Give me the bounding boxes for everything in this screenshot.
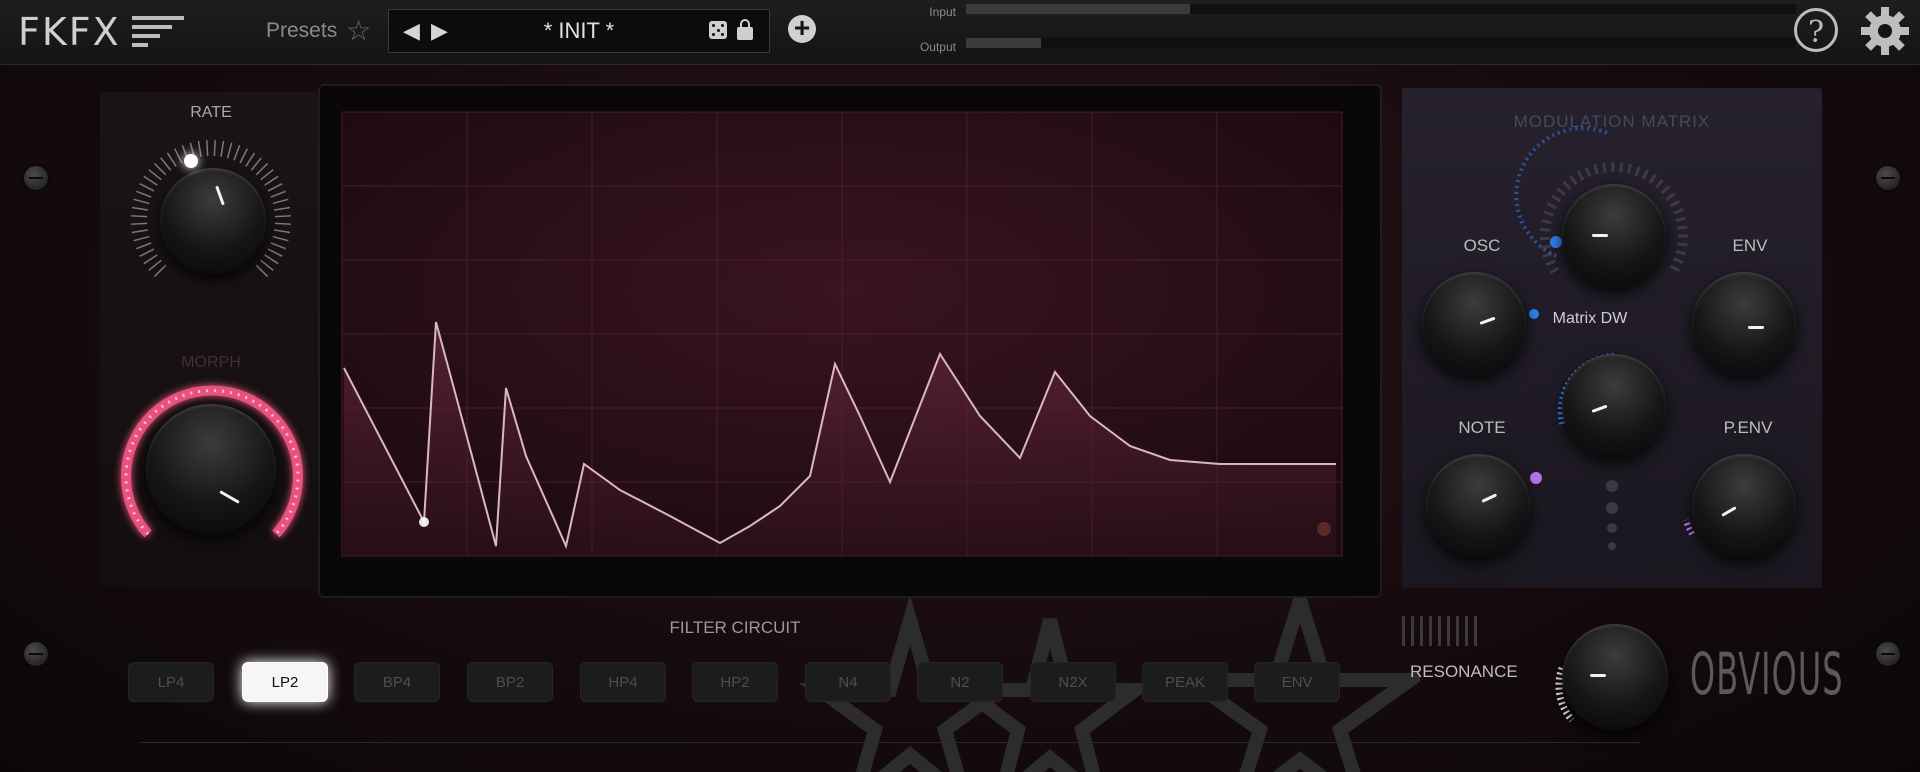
screw-decoration (24, 166, 48, 190)
modulation-matrix-panel: MODULATION MATRIX OSC ENV Matrix DW NOTE… (1402, 88, 1822, 588)
waveform-display[interactable] (318, 84, 1382, 598)
filter-n2-button[interactable]: N2 (917, 662, 1003, 702)
add-preset-button[interactable]: + (788, 14, 816, 43)
penv-knob[interactable] (1692, 454, 1796, 558)
note-knob[interactable] (1426, 454, 1530, 558)
resonance-label: RESONANCE (1410, 662, 1518, 681)
lock-icon[interactable] (737, 19, 753, 40)
filter-hp2-button[interactable]: HP2 (692, 662, 778, 702)
matrix-top-knob[interactable] (1562, 184, 1666, 288)
rate-knob[interactable] (160, 168, 266, 274)
filter-lp4-button[interactable]: LP4 (128, 662, 214, 702)
filter-n4-button[interactable]: N4 (805, 662, 891, 702)
env-knob[interactable] (1692, 272, 1796, 376)
presets-label: Presets (266, 19, 338, 42)
morph-knob[interactable] (146, 404, 276, 534)
filter-peak-button[interactable]: PEAK (1142, 662, 1228, 702)
filter-n2x-button[interactable]: N2X (1030, 662, 1116, 702)
filter-hp4-button[interactable]: HP4 (580, 662, 666, 702)
vent-grille (1402, 616, 1478, 646)
settings-gear-icon[interactable] (1860, 6, 1910, 56)
next-preset-button[interactable]: ▶ (431, 18, 448, 44)
divider (140, 742, 1640, 743)
osc-knob[interactable] (1422, 272, 1526, 376)
input-meter (966, 4, 1796, 14)
screw-decoration (24, 642, 48, 666)
waveform-graph (341, 111, 1343, 557)
top-bar: FKFX Presets ☆ ◀ ▶ * INIT * + Input Outp… (0, 0, 1920, 65)
menu-bars-icon[interactable] (130, 14, 186, 48)
matrix-drywet-knob[interactable] (1562, 354, 1666, 458)
output-meter-label: Output (919, 40, 956, 54)
brand-logo: OBVIOUS (1690, 640, 1844, 708)
filter-bp2-button[interactable]: BP2 (467, 662, 553, 702)
favorite-star-icon[interactable]: ☆ (346, 14, 371, 47)
filter-lp2-button[interactable]: LP2 (242, 662, 328, 702)
screw-decoration (1876, 166, 1900, 190)
filter-env-button[interactable]: ENV (1254, 662, 1340, 702)
resonance-knob[interactable] (1562, 624, 1668, 730)
rate-position-dot (184, 154, 198, 168)
output-meter (966, 38, 1796, 48)
preset-selector[interactable]: ◀ ▶ * INIT * (388, 9, 770, 53)
input-meter-label: Input (929, 5, 956, 19)
previous-preset-button[interactable]: ◀ (403, 18, 420, 44)
screw-decoration (1876, 642, 1900, 666)
lfo-controls-panel: RATE MORPH (100, 92, 322, 586)
filter-bp4-button[interactable]: BP4 (354, 662, 440, 702)
filter-circuit-title: FILTER CIRCUIT (669, 618, 801, 637)
app-logo: FKFX (18, 10, 121, 54)
randomize-dice-icon[interactable] (709, 21, 727, 39)
plugin-window: { "app": {"logo": "FKFX"}, "header": { "… (0, 0, 1920, 772)
preset-name[interactable]: * INIT * (489, 18, 669, 44)
rate-label: RATE (190, 104, 232, 121)
help-button[interactable]: ? (1794, 8, 1838, 52)
